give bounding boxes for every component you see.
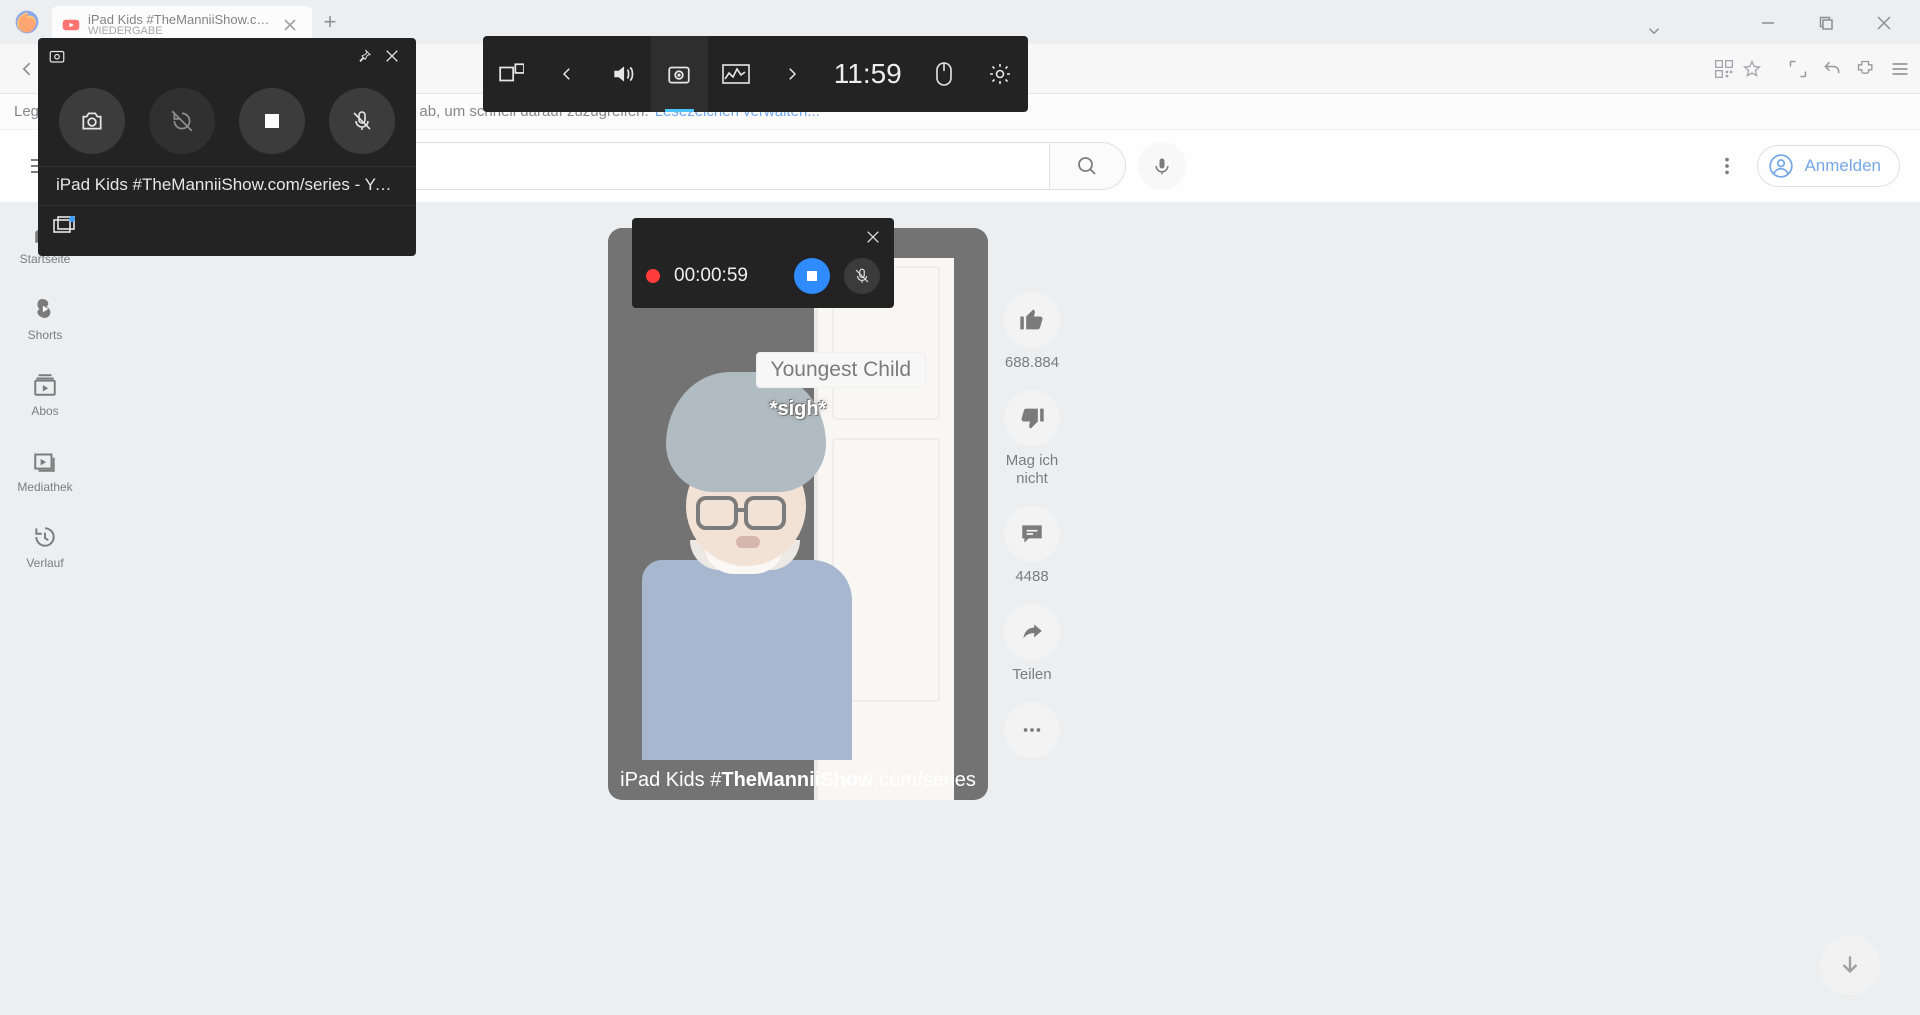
- share-label: Teilen: [1012, 666, 1051, 684]
- capture-target-title: iPad Kids #TheManniiShow.com/series - Yo…: [38, 166, 416, 205]
- app-menu-icon[interactable]: [1890, 59, 1910, 79]
- gamebar-widgets-button[interactable]: [483, 36, 539, 112]
- pin-button[interactable]: [350, 42, 378, 70]
- sidebar-item-history[interactable]: Verlauf: [0, 524, 90, 570]
- close-window-button[interactable]: [1856, 4, 1912, 42]
- gamebar-toolbar: 11:59: [483, 36, 1028, 112]
- qr-icon[interactable]: [1714, 59, 1734, 79]
- undo-icon[interactable]: [1822, 59, 1842, 79]
- sidebar-item-subs[interactable]: Abos: [0, 372, 90, 418]
- like-count: 688.884: [1005, 354, 1059, 372]
- comments-button[interactable]: [1004, 506, 1060, 562]
- sign-in-label: Anmelden: [1804, 156, 1881, 176]
- window-controls: [1740, 4, 1912, 42]
- youtube-icon: [62, 16, 80, 34]
- bookmark-star-icon[interactable]: [1742, 59, 1762, 79]
- recording-mic-button[interactable]: [844, 258, 880, 294]
- close-capture-widget-button[interactable]: [378, 42, 406, 70]
- capture-widget: iPad Kids #TheManniiShow.com/series - Yo…: [38, 38, 416, 256]
- sidebar-item-library[interactable]: Mediathek: [0, 448, 90, 494]
- settings-dots-button[interactable]: [1707, 146, 1747, 186]
- gamebar-performance-button[interactable]: [708, 36, 764, 112]
- sidebar-item-shorts[interactable]: Shorts: [0, 296, 90, 342]
- gamebar-clock: 11:59: [820, 58, 916, 90]
- dislike-button[interactable]: [1004, 390, 1060, 446]
- capture-widget-camera-icon: [48, 47, 66, 65]
- tab-sub: WIEDERGABE: [88, 26, 270, 37]
- gamebar-prev-button[interactable]: [539, 36, 595, 112]
- tab-close-button[interactable]: [278, 15, 302, 35]
- show-captures-button[interactable]: [52, 216, 76, 236]
- minimize-button[interactable]: [1740, 4, 1796, 42]
- shorts-area: Youngest Child *sigh* iPad Kids #TheMann…: [608, 228, 1062, 800]
- voice-search-button[interactable]: [1138, 142, 1186, 190]
- stop-record-button[interactable]: [239, 88, 305, 154]
- recording-timer: 00:00:59: [674, 265, 748, 287]
- mic-toggle-button[interactable]: [329, 88, 395, 154]
- more-actions-button[interactable]: [1004, 702, 1060, 758]
- recording-stop-button[interactable]: [794, 258, 830, 294]
- video-title-overlay: iPad Kids #TheManniiShow.com/series: [620, 769, 976, 792]
- extensions-icon[interactable]: [1856, 59, 1876, 79]
- share-button[interactable]: [1004, 604, 1060, 660]
- gamebar-capture-button[interactable]: [651, 36, 707, 112]
- video-overlay-chip: Youngest Child: [756, 352, 927, 388]
- firefox-logo-icon: [12, 7, 42, 37]
- gamebar-settings-button[interactable]: [972, 36, 1028, 112]
- video-caption: *sigh*: [770, 398, 827, 421]
- close-recording-hud-button[interactable]: [858, 222, 888, 252]
- shorts-player[interactable]: Youngest Child *sigh* iPad Kids #TheMann…: [608, 228, 988, 800]
- search-input[interactable]: uchen: [330, 142, 1050, 190]
- new-tab-button[interactable]: +: [312, 4, 348, 40]
- screenshot-icon[interactable]: [1788, 59, 1808, 79]
- gamebar-next-button[interactable]: [764, 36, 820, 112]
- recording-hud: 00:00:59: [632, 218, 894, 308]
- record-last-button[interactable]: [149, 88, 215, 154]
- recording-indicator-icon: [646, 269, 660, 283]
- search-button[interactable]: [1050, 142, 1126, 190]
- gamebar-mouse-button[interactable]: [916, 36, 972, 112]
- like-button[interactable]: [1004, 292, 1060, 348]
- comments-count: 4488: [1015, 568, 1048, 586]
- tabs-overflow-button[interactable]: [1626, 12, 1682, 50]
- dislike-label: Mag ich nicht: [1002, 452, 1062, 488]
- shorts-actions: 688.884 Mag ich nicht 4488 Teilen: [1002, 228, 1062, 800]
- gamebar-audio-button[interactable]: [595, 36, 651, 112]
- maximize-button[interactable]: [1798, 4, 1854, 42]
- next-short-button[interactable]: [1820, 935, 1880, 995]
- youtube-sidebar: Startseite Shorts Abos Mediathek Verlauf: [0, 202, 90, 570]
- screenshot-button[interactable]: [59, 88, 125, 154]
- sign-in-button[interactable]: Anmelden: [1757, 145, 1900, 187]
